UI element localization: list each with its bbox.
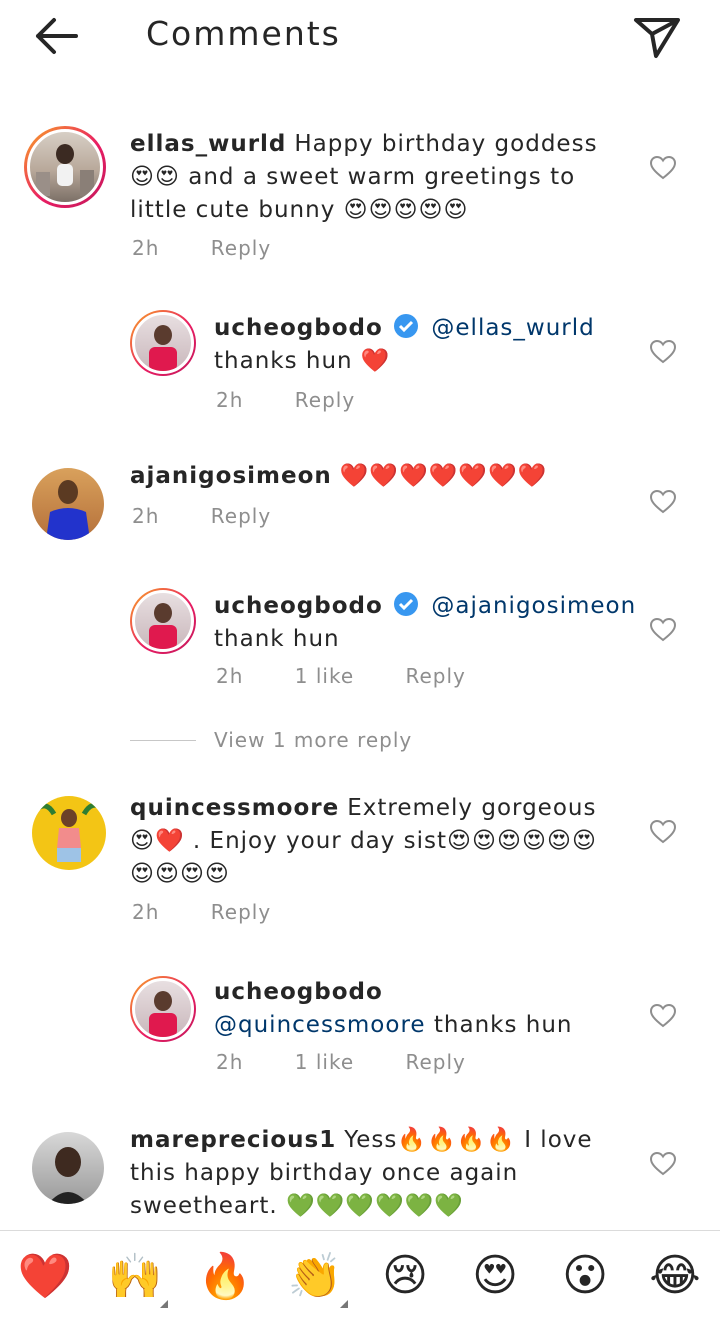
comment-mention[interactable]: @quincessmoore bbox=[214, 1012, 426, 1038]
comment-reply: ucheogbodo @ajanigosimeon thank hun 2h 1… bbox=[0, 584, 720, 694]
back-arrow-icon[interactable] bbox=[30, 14, 82, 58]
comment-reply: ucheogbodo @ellas_wurld thanks hun ❤️ 2h… bbox=[0, 306, 720, 426]
verified-badge-icon bbox=[394, 314, 419, 338]
comment-username[interactable]: mareprecious1 bbox=[130, 1127, 336, 1153]
comment-time: 2h bbox=[132, 236, 160, 260]
comment: ajanigosimeon ❤️❤️❤️❤️❤️❤️❤️ 2h Reply bbox=[0, 460, 720, 540]
header: Comments bbox=[0, 0, 720, 78]
avatar[interactable] bbox=[130, 976, 196, 1042]
comment-username[interactable]: quincessmoore bbox=[130, 795, 339, 821]
like-heart-icon[interactable] bbox=[649, 617, 677, 642]
emoji-heart-eyes-button[interactable]: 😍 bbox=[460, 1250, 530, 1301]
verified-badge-icon bbox=[394, 592, 419, 616]
emoji-fire-button[interactable]: 🔥 bbox=[190, 1250, 260, 1302]
comment-text: thanks hun ❤️ bbox=[214, 348, 391, 374]
view-more-replies[interactable]: View 1 more reply bbox=[130, 728, 412, 752]
avatar[interactable] bbox=[130, 588, 196, 654]
page-title: Comments bbox=[146, 14, 341, 53]
reply-button[interactable]: Reply bbox=[211, 504, 271, 528]
emoji-surprised-face-button[interactable]: 😮 bbox=[550, 1250, 620, 1301]
comment-text: thank hun bbox=[214, 626, 340, 652]
comment-body: ellas_wurld Happy birthday goddess 😍😍 and… bbox=[130, 128, 630, 227]
share-paper-plane-icon[interactable] bbox=[628, 12, 684, 60]
skin-tone-indicator-icon bbox=[340, 1299, 348, 1308]
comment-mention[interactable]: @ellas_wurld bbox=[431, 315, 594, 341]
emoji-raising-hands-button[interactable]: 🙌 bbox=[100, 1250, 170, 1308]
like-count[interactable]: 1 like bbox=[295, 664, 354, 688]
quick-emoji-bar: ❤️ 🙌 🔥 👏 😢 😍 😮 😂 bbox=[0, 1230, 720, 1320]
comment-username[interactable]: ucheogbodo bbox=[214, 593, 383, 619]
comment: quincessmoore Extremely gorgeous😍❤️ . Enj… bbox=[0, 790, 720, 940]
comment-body: ucheogbodo @quincessmoore thanks hun bbox=[214, 976, 654, 1042]
comment-body: ucheogbodo @ajanigosimeon thank hun bbox=[214, 590, 654, 656]
like-heart-icon[interactable] bbox=[649, 1151, 677, 1176]
view-more-label[interactable]: View 1 more reply bbox=[214, 728, 412, 752]
avatar[interactable] bbox=[32, 1132, 104, 1204]
emoji-tears-of-joy-button[interactable]: 😂 bbox=[640, 1250, 710, 1301]
like-heart-icon[interactable] bbox=[649, 1003, 677, 1028]
comment-body: ajanigosimeon ❤️❤️❤️❤️❤️❤️❤️ bbox=[130, 460, 630, 493]
like-heart-icon[interactable] bbox=[649, 339, 677, 364]
comment-time: 2h bbox=[216, 664, 244, 688]
comment-username[interactable]: ajanigosimeon bbox=[130, 463, 332, 489]
comment-meta: 2h Reply bbox=[216, 388, 399, 412]
comment-meta: 2h 1 like Reply bbox=[216, 664, 510, 688]
comment-mention[interactable]: @ajanigosimeon bbox=[431, 593, 636, 619]
reply-button[interactable]: Reply bbox=[211, 900, 271, 924]
skin-tone-indicator-icon bbox=[160, 1299, 168, 1308]
comment-reply: ucheogbodo @quincessmoore thanks hun 2h … bbox=[0, 972, 720, 1082]
comment-time: 2h bbox=[216, 1050, 244, 1074]
reply-button[interactable]: Reply bbox=[406, 1050, 466, 1074]
reply-button[interactable]: Reply bbox=[211, 236, 271, 260]
comment-time: 2h bbox=[216, 388, 244, 412]
emoji-raising-hands: 🙌 bbox=[107, 1250, 163, 1302]
comment: mareprecious1 Yess🔥🔥🔥🔥 I love this happy … bbox=[0, 1124, 720, 1230]
comment-body: ucheogbodo @ellas_wurld thanks hun ❤️ bbox=[214, 312, 634, 378]
comment-username[interactable]: ucheogbodo bbox=[214, 315, 383, 341]
like-heart-icon[interactable] bbox=[649, 819, 677, 844]
avatar[interactable] bbox=[32, 796, 106, 870]
divider bbox=[130, 740, 196, 741]
comment-text: thanks hun bbox=[433, 1012, 573, 1038]
emoji-clapping-hands-button[interactable]: 👏 bbox=[280, 1250, 350, 1308]
reply-button[interactable]: Reply bbox=[295, 388, 355, 412]
emoji-red-heart-button[interactable]: ❤️ bbox=[10, 1250, 80, 1302]
comment-username[interactable]: ucheogbodo bbox=[214, 979, 383, 1005]
avatar[interactable] bbox=[32, 468, 104, 540]
comment-meta: 2h Reply bbox=[132, 900, 315, 924]
like-heart-icon[interactable] bbox=[649, 155, 677, 180]
comment-meta: 2h Reply bbox=[132, 504, 315, 528]
avatar[interactable] bbox=[130, 310, 196, 376]
like-heart-icon[interactable] bbox=[649, 489, 677, 514]
comment-time: 2h bbox=[132, 900, 160, 924]
comment-meta: 2h Reply bbox=[132, 236, 315, 260]
avatar[interactable] bbox=[24, 126, 106, 208]
comment-body: mareprecious1 Yess🔥🔥🔥🔥 I love this happy … bbox=[130, 1124, 610, 1223]
comment-time: 2h bbox=[132, 504, 160, 528]
comment-text: ❤️❤️❤️❤️❤️❤️❤️ bbox=[339, 463, 548, 489]
reply-button[interactable]: Reply bbox=[406, 664, 466, 688]
comment-body: quincessmoore Extremely gorgeous😍❤️ . Enj… bbox=[130, 792, 620, 891]
comment: ellas_wurld Happy birthday goddess 😍😍 and… bbox=[0, 120, 720, 270]
comment-username[interactable]: ellas_wurld bbox=[130, 131, 286, 157]
emoji-clapping-hands: 👏 bbox=[287, 1250, 343, 1302]
emoji-crying-face-button[interactable]: 😢 bbox=[370, 1250, 440, 1301]
comment-meta: 2h 1 like Reply bbox=[216, 1050, 510, 1074]
like-count[interactable]: 1 like bbox=[295, 1050, 354, 1074]
